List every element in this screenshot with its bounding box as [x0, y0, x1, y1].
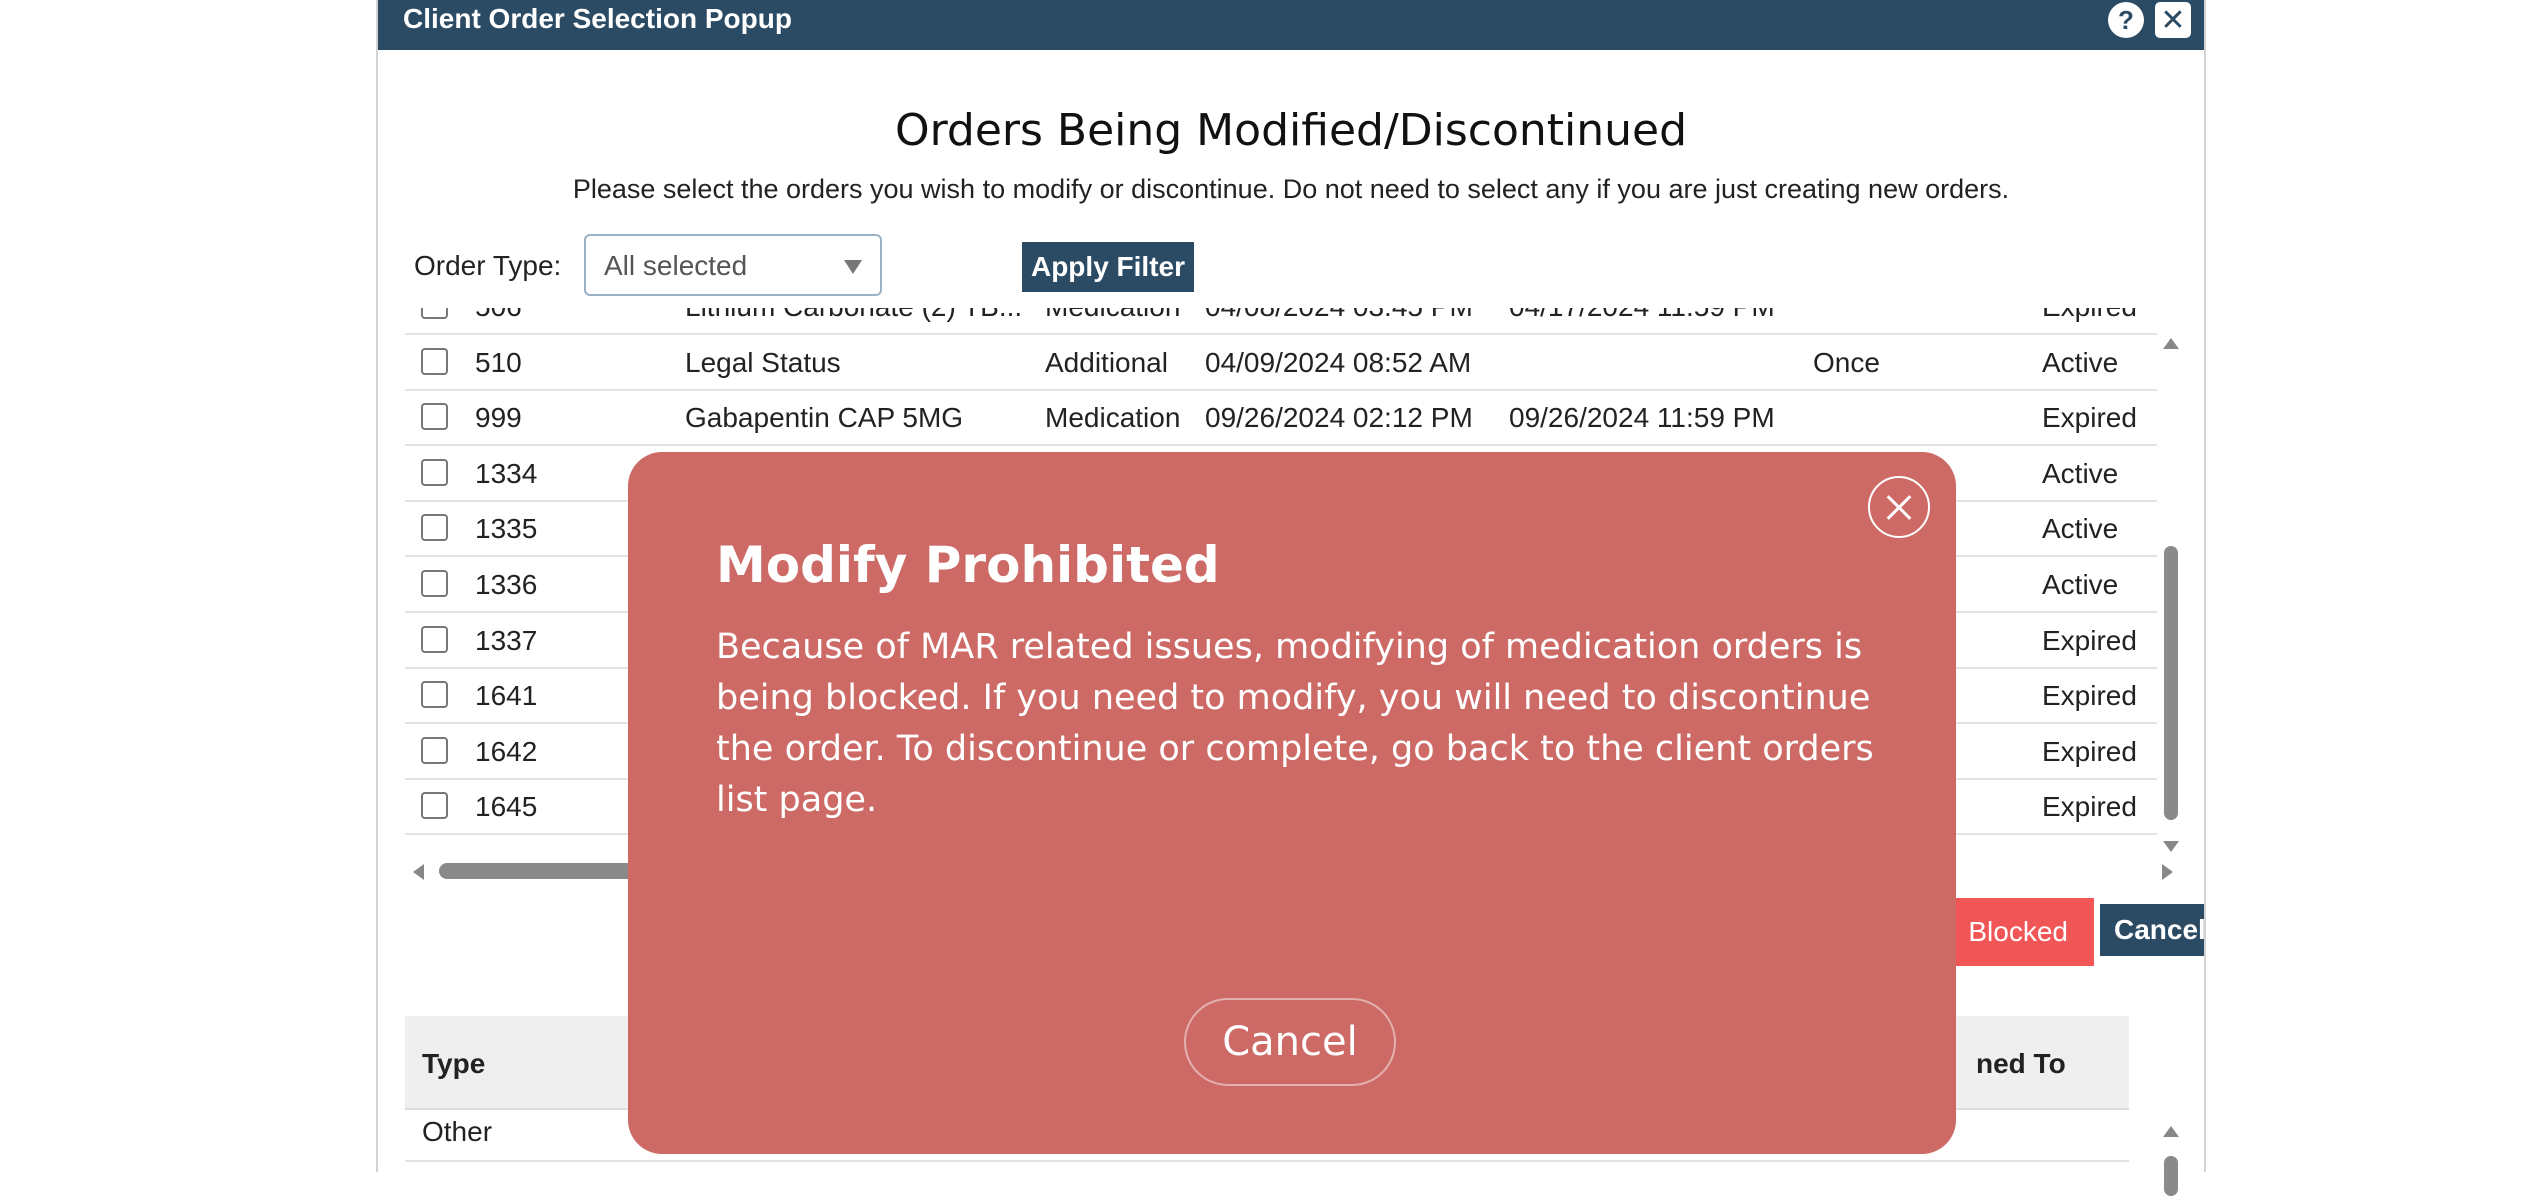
scroll-up-icon[interactable]	[2163, 338, 2179, 349]
order-status: Expired	[2042, 791, 2137, 823]
table-row[interactable]: 506 Lithium Carbonate (2) TB... Medication…	[405, 308, 2157, 335]
order-id: 1642	[475, 735, 538, 767]
row-checkbox[interactable]	[421, 681, 448, 709]
modal-cancel-button[interactable]: Cancel	[1184, 998, 1396, 1086]
order-start: 09/26/2024 02:12 PM	[1205, 402, 1473, 434]
order-name: Gabapentin CAP 5MG	[685, 402, 964, 434]
order-type-label: Order Type:	[414, 250, 562, 281]
blocked-button[interactable]: Blocked	[1954, 898, 2094, 966]
order-frequency: Once	[1813, 346, 1880, 378]
order-name: Legal Status	[685, 346, 841, 378]
order-type: Medication	[1045, 308, 1180, 323]
order-type: Additional	[1045, 346, 1168, 378]
order-id: 506	[475, 308, 522, 323]
row-checkbox[interactable]	[421, 625, 448, 653]
scroll-left-icon[interactable]	[413, 864, 424, 880]
close-circle-icon[interactable]	[1868, 476, 1930, 538]
order-status: Active	[2042, 457, 2119, 489]
lower-vertical-scrollbar[interactable]	[2158, 1120, 2182, 1196]
order-start: 04/09/2024 08:52 AM	[1205, 346, 1472, 378]
row-checkbox[interactable]	[421, 347, 448, 375]
horizontal-scroll-thumb[interactable]	[439, 863, 639, 879]
help-icon[interactable]: ?	[2108, 2, 2144, 38]
lower-header-type: Type	[422, 1048, 486, 1079]
row-checkbox[interactable]	[421, 403, 448, 431]
order-status: Expired	[2042, 624, 2137, 656]
order-id: 1337	[475, 624, 538, 656]
order-status: Expired	[2042, 308, 2137, 323]
orders-vertical-scrollbar[interactable]	[2158, 332, 2182, 852]
scroll-down-icon[interactable]	[2163, 841, 2179, 852]
page-subheading: Please select the orders you wish to mod…	[572, 174, 2010, 204]
apply-filter-button[interactable]: Apply Filter	[1022, 242, 1194, 292]
order-id: 1645	[475, 791, 538, 823]
order-id: 1336	[475, 569, 538, 600]
modal-title: Modify Prohibited	[716, 536, 1220, 594]
table-row[interactable]: 999 Gabapentin CAP 5MG Medication 09/26/202…	[405, 389, 2157, 447]
order-id: 999	[475, 402, 522, 434]
order-status: Expired	[2042, 402, 2137, 434]
page-heading: Orders Being Modified/Discontinued	[894, 105, 1688, 156]
order-end: 04/17/2024 11:59 PM	[1509, 308, 1775, 323]
popup-titlebar: Client Order Selection Popup ? ✕	[378, 0, 2204, 50]
row-checkbox[interactable]	[421, 736, 448, 764]
row-checkbox[interactable]	[421, 458, 448, 486]
order-type: Medication	[1045, 402, 1181, 434]
lower-header-assigned-to: ned To	[1976, 1048, 2066, 1079]
order-id: 1334	[475, 457, 538, 489]
modal-message: Because of MAR related issues, modifying…	[716, 627, 1874, 820]
order-status: Expired	[2042, 735, 2137, 767]
order-name: Lithium Carbonate (2) TB...	[685, 308, 1022, 323]
row-checkbox[interactable]	[421, 792, 448, 820]
modify-prohibited-modal: Modify Prohibited Because of MAR related…	[628, 452, 1956, 1154]
table-row[interactable]: 510 Legal Status Additional 04/09/2024 08:5…	[405, 334, 2157, 391]
order-type-select[interactable]: All selected	[584, 234, 882, 296]
row-checkbox[interactable]	[421, 570, 448, 597]
order-id: 1335	[475, 513, 538, 545]
scroll-thumb[interactable]	[2164, 1156, 2178, 1196]
lower-row-type: Other	[422, 1116, 493, 1147]
order-status: Active	[2042, 513, 2119, 545]
chevron-down-icon	[844, 260, 862, 274]
row-checkbox[interactable]	[421, 308, 448, 319]
cancel-button[interactable]: Cancel	[2100, 904, 2204, 956]
order-status: Expired	[2042, 680, 2137, 712]
scroll-thumb[interactable]	[2164, 546, 2178, 820]
order-end: 09/26/2024 11:59 PM	[1509, 402, 1775, 434]
scroll-up-icon[interactable]	[2163, 1126, 2179, 1137]
order-id: 1641	[475, 680, 538, 712]
order-type-selected-value: All selected	[604, 250, 748, 281]
order-id: 510	[475, 346, 522, 378]
order-status: Active	[2042, 346, 2119, 378]
close-icon[interactable]: ✕	[2155, 2, 2191, 38]
row-checkbox[interactable]	[421, 514, 448, 542]
popup-title: Client Order Selection Popup	[403, 3, 792, 34]
order-status: Active	[2042, 569, 2119, 600]
scroll-right-icon[interactable]	[2162, 864, 2173, 880]
order-start: 04/08/2024 03:45 PM	[1205, 308, 1473, 323]
